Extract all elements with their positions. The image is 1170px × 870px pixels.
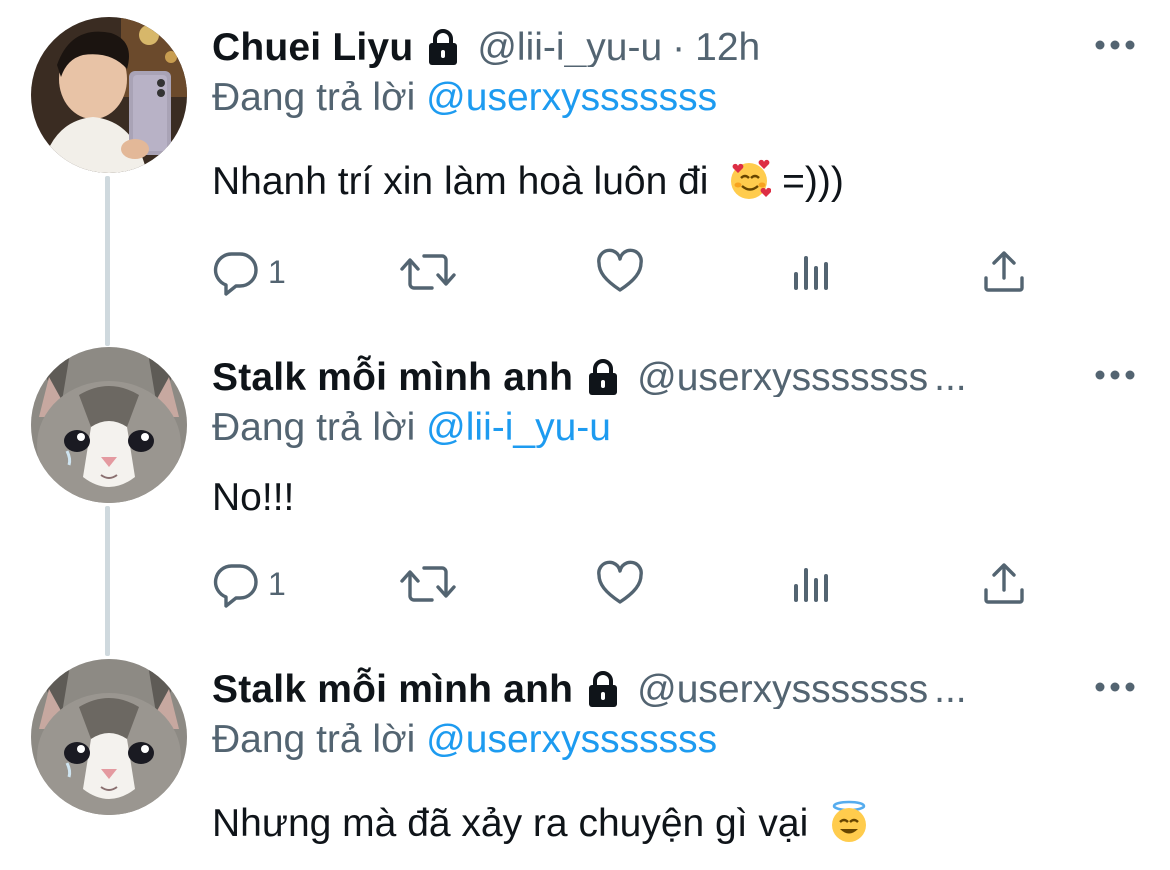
tweet-text-suffix: =))): [782, 160, 844, 203]
time-separator: ·: [672, 25, 686, 69]
reply-count: 1: [268, 565, 286, 602]
reply-count: 1: [268, 253, 286, 290]
tweet-text-content: No!!!: [212, 476, 295, 519]
replying-to: Đang trả lời @userxysssssss: [212, 76, 717, 120]
tweet-actions: 1: [212, 554, 1042, 614]
analytics-bars-icon: [794, 568, 828, 602]
more-horizontal-icon: [1095, 370, 1135, 380]
smiling-face-with-halo-emoji: [832, 800, 867, 842]
share-button[interactable]: [982, 242, 1026, 302]
retweet-button[interactable]: [398, 554, 458, 614]
analytics-button[interactable]: [790, 554, 834, 614]
lock-icon: [429, 29, 458, 65]
retweet-icon: [400, 254, 456, 290]
analytics-button[interactable]: [790, 242, 834, 302]
tweet-header: Stalk mỗi mình anh @userxysssssss ...: [212, 659, 1130, 719]
reply-bubble-icon: [213, 564, 258, 608]
share-upload-icon: [984, 251, 1024, 292]
tweet-actions: 1: [212, 242, 1042, 302]
replying-to: Đang trả lời @lii-i_yu-u: [212, 406, 611, 450]
user-handle[interactable]: @userxysssssss: [637, 358, 928, 397]
tweet-text: Nhưng mà đã xảy ra chuyện gì vại: [212, 800, 871, 846]
share-upload-icon: [984, 563, 1024, 604]
retweet-icon: [400, 566, 456, 602]
display-name[interactable]: Stalk mỗi mình anh: [212, 670, 573, 709]
truncation-ellipsis: ...: [934, 667, 967, 711]
tweet-text: No!!!: [212, 476, 294, 520]
heart-icon: [597, 248, 643, 292]
more-horizontal-icon: [1095, 682, 1135, 692]
more-options-button[interactable]: [1090, 25, 1140, 65]
lock-icon: [589, 359, 618, 395]
display-name[interactable]: Chuei Liyu: [212, 28, 413, 67]
lock-icon: [589, 671, 618, 707]
user-handle[interactable]: @userxysssssss: [637, 670, 928, 709]
tweet-text: Nhanh trí xin làm hoà luôn đi =))): [212, 158, 844, 204]
replying-to-label: Đang trả lời: [212, 718, 416, 761]
display-name[interactable]: Stalk mỗi mình anh: [212, 358, 573, 397]
avatar[interactable]: [31, 17, 187, 173]
tweet-header: Stalk mỗi mình anh @userxysssssss ...: [212, 347, 1130, 407]
like-button[interactable]: [595, 554, 645, 614]
tweet: Stalk mỗi mình anh @userxysssssss ... Đa…: [0, 330, 1170, 660]
tweet-header: Chuei Liyu @lii-i_yu-u · 12h: [212, 17, 1130, 77]
more-options-button[interactable]: [1090, 667, 1140, 707]
tweet: Stalk mỗi mình anh @userxysssssss ... Đa…: [0, 642, 1170, 870]
reply-button[interactable]: 1: [212, 554, 286, 614]
like-button[interactable]: [595, 242, 645, 302]
timestamp[interactable]: 12h: [695, 28, 760, 67]
crying-cat-image: [31, 347, 187, 503]
replying-to: Đang trả lời @userxysssssss: [212, 718, 717, 762]
mention-link[interactable]: @lii-i_yu-u: [426, 406, 611, 449]
tweet-text-content: Nhưng mà đã xảy ra chuyện gì vại: [212, 802, 809, 845]
replying-to-label: Đang trả lời: [212, 76, 416, 119]
more-horizontal-icon: [1095, 40, 1135, 50]
tweet: Chuei Liyu @lii-i_yu-u · 12h Đang trả lờ…: [0, 0, 1170, 330]
person-portrait-image: [31, 17, 187, 173]
replying-to-label: Đang trả lời: [212, 406, 416, 449]
smiling-face-with-hearts-emoji: [731, 159, 772, 199]
user-handle[interactable]: @lii-i_yu-u: [477, 28, 662, 67]
heart-icon: [597, 560, 643, 604]
crying-cat-image: [31, 659, 187, 815]
share-button[interactable]: [982, 554, 1026, 614]
retweet-button[interactable]: [398, 242, 458, 302]
reply-bubble-icon: [213, 252, 258, 296]
reply-button[interactable]: 1: [212, 242, 286, 302]
mention-link[interactable]: @userxysssssss: [426, 76, 717, 119]
more-options-button[interactable]: [1090, 355, 1140, 395]
conversation-thread: Chuei Liyu @lii-i_yu-u · 12h Đang trả lờ…: [0, 0, 1170, 870]
mention-link[interactable]: @userxysssssss: [426, 718, 717, 761]
avatar[interactable]: [31, 347, 187, 503]
analytics-bars-icon: [794, 256, 828, 290]
avatar[interactable]: [31, 659, 187, 815]
tweet-text-content: Nhanh trí xin làm hoà luôn đi: [212, 160, 709, 203]
truncation-ellipsis: ...: [934, 355, 967, 399]
